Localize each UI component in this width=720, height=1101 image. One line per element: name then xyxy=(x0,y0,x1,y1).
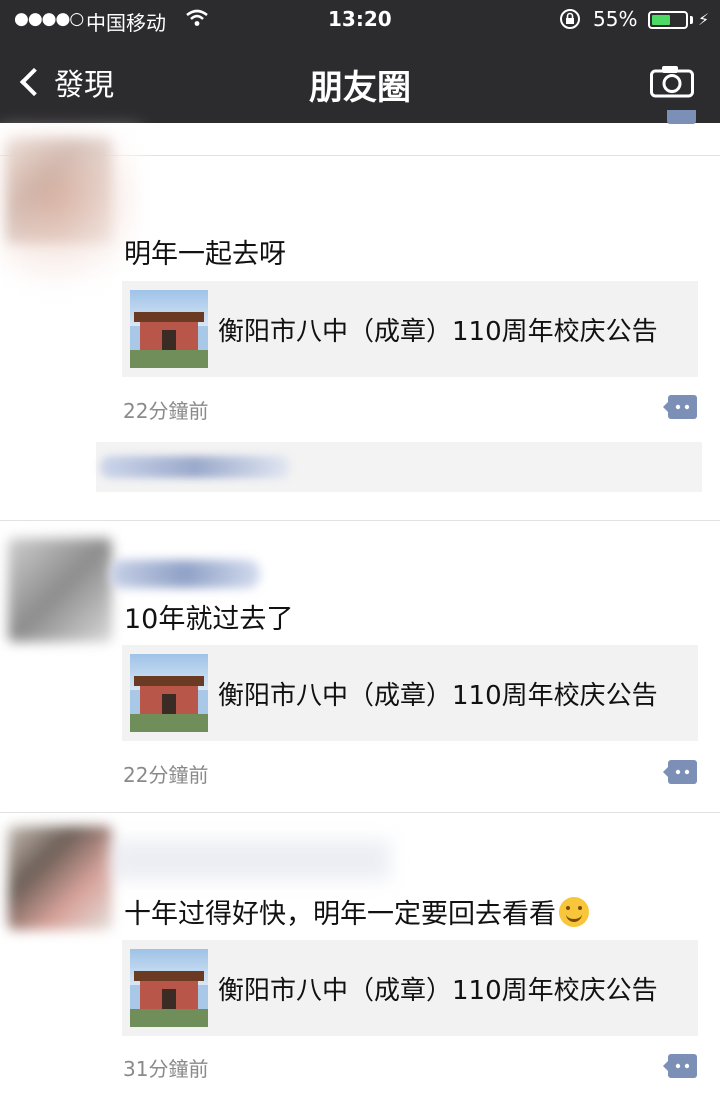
battery-level xyxy=(652,15,670,25)
battery-icon xyxy=(648,11,688,29)
carrier-name: 中国移动 xyxy=(86,11,166,35)
likes-names-blurred xyxy=(100,456,290,478)
wifi-icon xyxy=(186,9,208,32)
camera-icon[interactable] xyxy=(650,64,694,98)
post-text: 10年就过去了 xyxy=(124,604,294,635)
poster-name-blurred xyxy=(110,840,390,880)
page-title: 朋友圈 xyxy=(309,68,411,108)
comment-icon[interactable] xyxy=(663,759,697,785)
battery-tip xyxy=(690,16,693,24)
avatar[interactable] xyxy=(8,826,112,930)
avatar-smear xyxy=(0,130,140,300)
orientation-lock-icon xyxy=(558,7,582,36)
status-bar: ●●●●○ 中国移动 13:20 55% ⚡ xyxy=(0,0,720,40)
link-thumbnail xyxy=(130,949,208,1027)
post-time: 22分鐘前 xyxy=(123,399,209,423)
comment-icon[interactable] xyxy=(663,394,697,420)
post-text-content: 十年过得好快，明年一定要回去看看 xyxy=(124,899,556,930)
link-thumbnail xyxy=(130,290,208,368)
battery-percent: 55% xyxy=(593,7,638,31)
poster-name-blurred xyxy=(110,560,260,588)
link-card[interactable]: 衡阳市八中（成章）110周年校庆公告 xyxy=(122,645,698,741)
status-time: 13:20 xyxy=(328,7,392,31)
link-thumbnail xyxy=(130,654,208,732)
avatar[interactable] xyxy=(8,538,112,642)
link-title: 衡阳市八中（成章）110周年校庆公告 xyxy=(218,976,658,1006)
comment-button-previous[interactable] xyxy=(663,110,697,124)
bolt-icon: ⚡ xyxy=(698,10,710,29)
signal-strength: ●●●●○ xyxy=(14,9,84,29)
link-card[interactable]: 衡阳市八中（成章）110周年校庆公告 xyxy=(122,281,698,377)
smile-emoji-icon xyxy=(559,897,589,927)
divider xyxy=(0,520,720,521)
comment-icon[interactable] xyxy=(663,1053,697,1079)
divider xyxy=(0,812,720,813)
nav-bar: 發現 朋友圈 xyxy=(0,40,720,123)
link-card[interactable]: 衡阳市八中（成章）110周年校庆公告 xyxy=(122,940,698,1036)
post-time: 22分鐘前 xyxy=(123,763,209,787)
post-text: 十年过得好快，明年一定要回去看看 xyxy=(124,892,589,931)
link-title: 衡阳市八中（成章）110周年校庆公告 xyxy=(218,317,658,347)
link-title: 衡阳市八中（成章）110周年校庆公告 xyxy=(218,681,658,711)
post-text: 明年一起去呀 xyxy=(124,239,286,270)
post-time: 31分鐘前 xyxy=(123,1057,209,1081)
